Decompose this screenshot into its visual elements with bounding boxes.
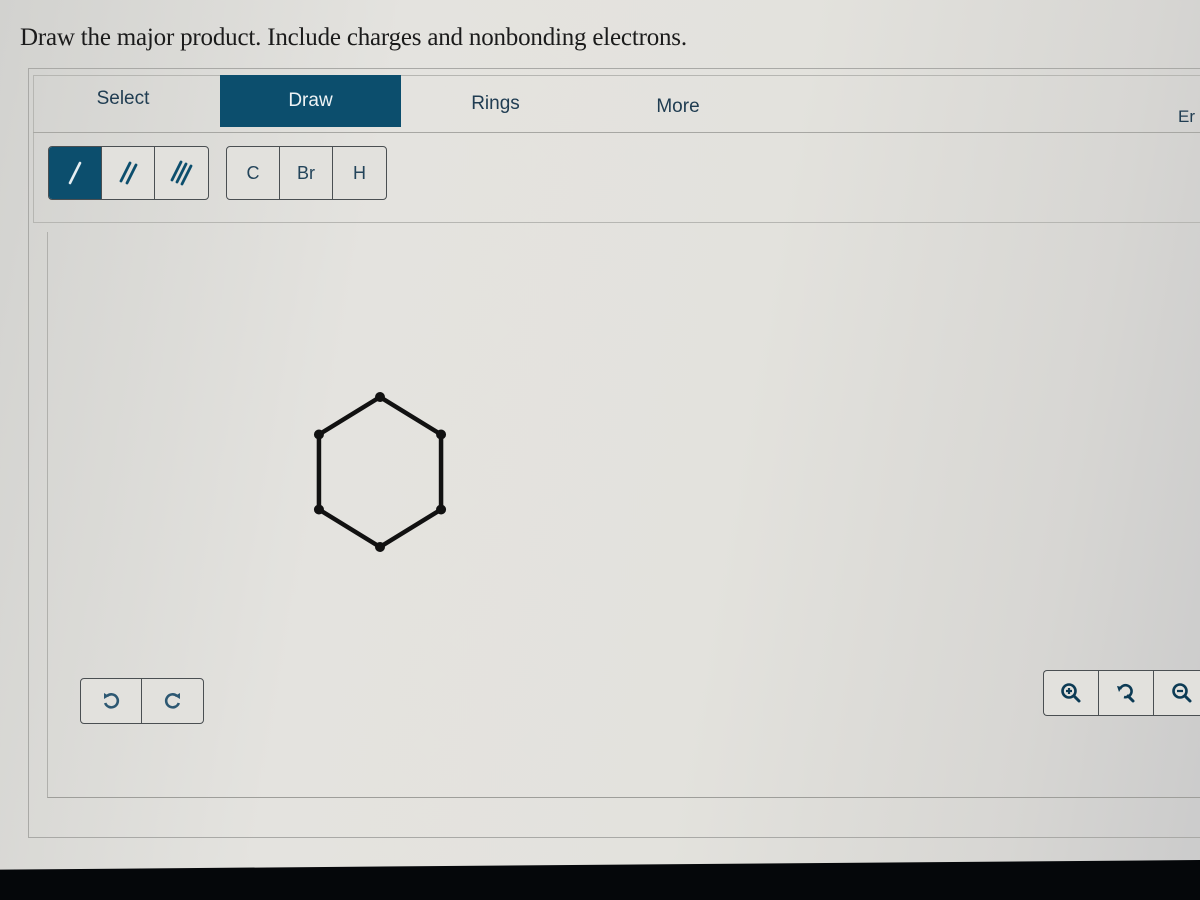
zoom-in-icon xyxy=(1060,682,1082,704)
atom-c-button[interactable]: C xyxy=(227,147,280,199)
question-prompt: Draw the major product. Include charges … xyxy=(20,24,687,51)
single-bond-button[interactable] xyxy=(49,147,102,199)
zoom-in-button[interactable] xyxy=(1044,671,1099,715)
bond-tool-group xyxy=(48,146,209,200)
tab-erase[interactable]: Er xyxy=(1178,91,1200,143)
bond[interactable] xyxy=(316,394,383,437)
tab-more[interactable]: More xyxy=(628,81,728,133)
atom-node[interactable] xyxy=(375,542,385,552)
bond[interactable] xyxy=(316,507,383,550)
atom-node[interactable] xyxy=(313,429,324,440)
molecule-structure[interactable] xyxy=(290,380,470,560)
bond[interactable] xyxy=(377,507,444,550)
toolbar-tabs: Select Draw Rings More Er xyxy=(33,75,1200,133)
triple-bond-button[interactable] xyxy=(155,147,208,199)
undo-icon xyxy=(101,691,121,711)
tab-draw[interactable]: Draw xyxy=(220,75,401,127)
zoom-controls xyxy=(1043,670,1200,716)
atom-node[interactable] xyxy=(436,429,447,440)
atom-br-button[interactable]: Br xyxy=(280,147,333,199)
undo-button[interactable] xyxy=(81,679,142,723)
screen-bezel xyxy=(0,860,1200,900)
tab-select[interactable]: Select xyxy=(73,73,173,125)
tab-rings[interactable]: Rings xyxy=(443,78,548,130)
bond[interactable] xyxy=(377,394,444,437)
atom-node[interactable] xyxy=(313,504,324,515)
single-bond-icon xyxy=(63,159,87,187)
history-controls xyxy=(80,678,204,724)
zoom-out-button[interactable] xyxy=(1154,671,1200,715)
zoom-reset-button[interactable] xyxy=(1099,671,1154,715)
atom-node[interactable] xyxy=(436,504,447,515)
atom-tool-group: C Br H xyxy=(226,146,387,200)
double-bond-icon xyxy=(116,159,140,187)
atom-node[interactable] xyxy=(375,392,385,402)
triple-bond-icon xyxy=(168,159,196,187)
redo-icon xyxy=(163,691,183,711)
double-bond-button[interactable] xyxy=(102,147,155,199)
redo-button[interactable] xyxy=(142,679,203,723)
atom-h-button[interactable]: H xyxy=(333,147,386,199)
zoom-out-icon xyxy=(1171,682,1193,704)
drawing-canvas[interactable] xyxy=(47,232,1200,798)
zoom-reset-icon xyxy=(1115,682,1137,704)
